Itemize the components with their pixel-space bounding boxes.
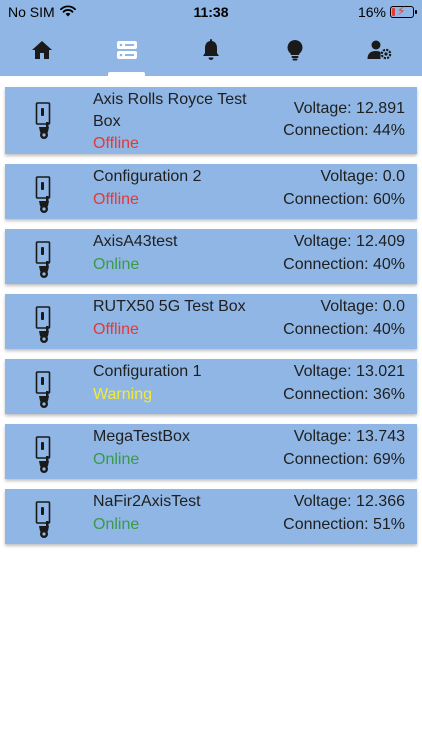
camera-box-icon — [35, 102, 53, 145]
device-voltage: Voltage: 13.021 — [293, 363, 405, 380]
server-icon — [116, 40, 138, 60]
camera-box-icon — [35, 436, 53, 479]
device-name: Configuration 2 — [93, 168, 202, 185]
device-connection: Connection: 40% — [283, 256, 405, 273]
device-card[interactable]: Configuration 1 Warning Voltage: 13.021 … — [5, 359, 417, 414]
device-status: Online — [93, 256, 140, 273]
device-voltage: Voltage: 12.409 — [293, 233, 405, 250]
charging-icon: ⚡ — [397, 4, 406, 18]
device-name: Configuration 1 — [93, 363, 202, 380]
device-connection: Connection: 40% — [283, 321, 405, 338]
device-status: Offline — [93, 135, 139, 152]
device-card[interactable]: Configuration 2 Offline Voltage: 0.0 Con… — [5, 164, 417, 219]
device-card[interactable]: Axis Rolls Royce Test Box Offline Voltag… — [5, 87, 417, 154]
device-connection: Connection: 51% — [283, 516, 405, 533]
device-card[interactable]: NaFir2AxisTest Online Voltage: 12.366 Co… — [5, 489, 417, 544]
device-connection: Connection: 36% — [283, 386, 405, 403]
device-status: Offline — [93, 191, 139, 208]
device-connection: Connection: 44% — [283, 122, 405, 139]
device-list: Axis Rolls Royce Test Box Offline Voltag… — [5, 87, 417, 554]
device-connection: Connection: 69% — [283, 451, 405, 468]
tab-devices[interactable] — [84, 24, 168, 76]
device-name: RUTX50 5G Test Box — [93, 298, 246, 315]
camera-box-icon — [35, 501, 53, 544]
device-card[interactable]: MegaTestBox Online Voltage: 13.743 Conne… — [5, 424, 417, 479]
device-voltage: Voltage: 12.366 — [293, 493, 405, 510]
device-status: Online — [93, 516, 140, 533]
tab-home[interactable] — [0, 24, 84, 76]
tab-bar — [0, 24, 422, 76]
device-name: NaFir2AxisTest — [93, 493, 201, 510]
tab-notifications[interactable] — [169, 24, 253, 76]
battery-level-fill — [392, 8, 395, 16]
device-name: Axis Rolls Royce Test Box — [93, 91, 247, 130]
battery-percent: 16% — [357, 4, 386, 20]
device-voltage: Voltage: 12.891 — [293, 100, 405, 117]
device-voltage: Voltage: 0.0 — [320, 168, 405, 185]
device-voltage: Voltage: 13.743 — [293, 428, 405, 445]
device-name: AxisA43test — [93, 233, 178, 250]
active-tab-indicator — [108, 72, 146, 76]
device-card[interactable]: AxisA43test Online Voltage: 12.409 Conne… — [5, 229, 417, 284]
device-voltage: Voltage: 0.0 — [320, 298, 405, 315]
bell-icon — [201, 39, 221, 61]
device-status: Online — [93, 451, 140, 468]
device-card[interactable]: RUTX50 5G Test Box Offline Voltage: 0.0 … — [5, 294, 417, 349]
camera-box-icon — [35, 371, 53, 414]
tab-tips[interactable] — [253, 24, 337, 76]
battery-icon: ⚡ — [390, 4, 417, 18]
camera-box-icon — [35, 306, 53, 349]
device-status: Offline — [93, 321, 139, 338]
device-status: Warning — [93, 386, 152, 403]
status-bar-right: 16% ⚡ — [357, 4, 417, 20]
camera-box-icon — [35, 241, 53, 284]
user-settings-icon — [367, 40, 393, 60]
home-icon — [31, 40, 53, 60]
tab-account-settings[interactable] — [338, 24, 422, 76]
camera-box-icon — [35, 176, 53, 219]
device-connection: Connection: 60% — [283, 191, 405, 208]
status-bar: No SIM 11:38 16% ⚡ — [0, 0, 422, 24]
lightbulb-icon — [286, 39, 304, 61]
device-name: MegaTestBox — [93, 428, 190, 445]
